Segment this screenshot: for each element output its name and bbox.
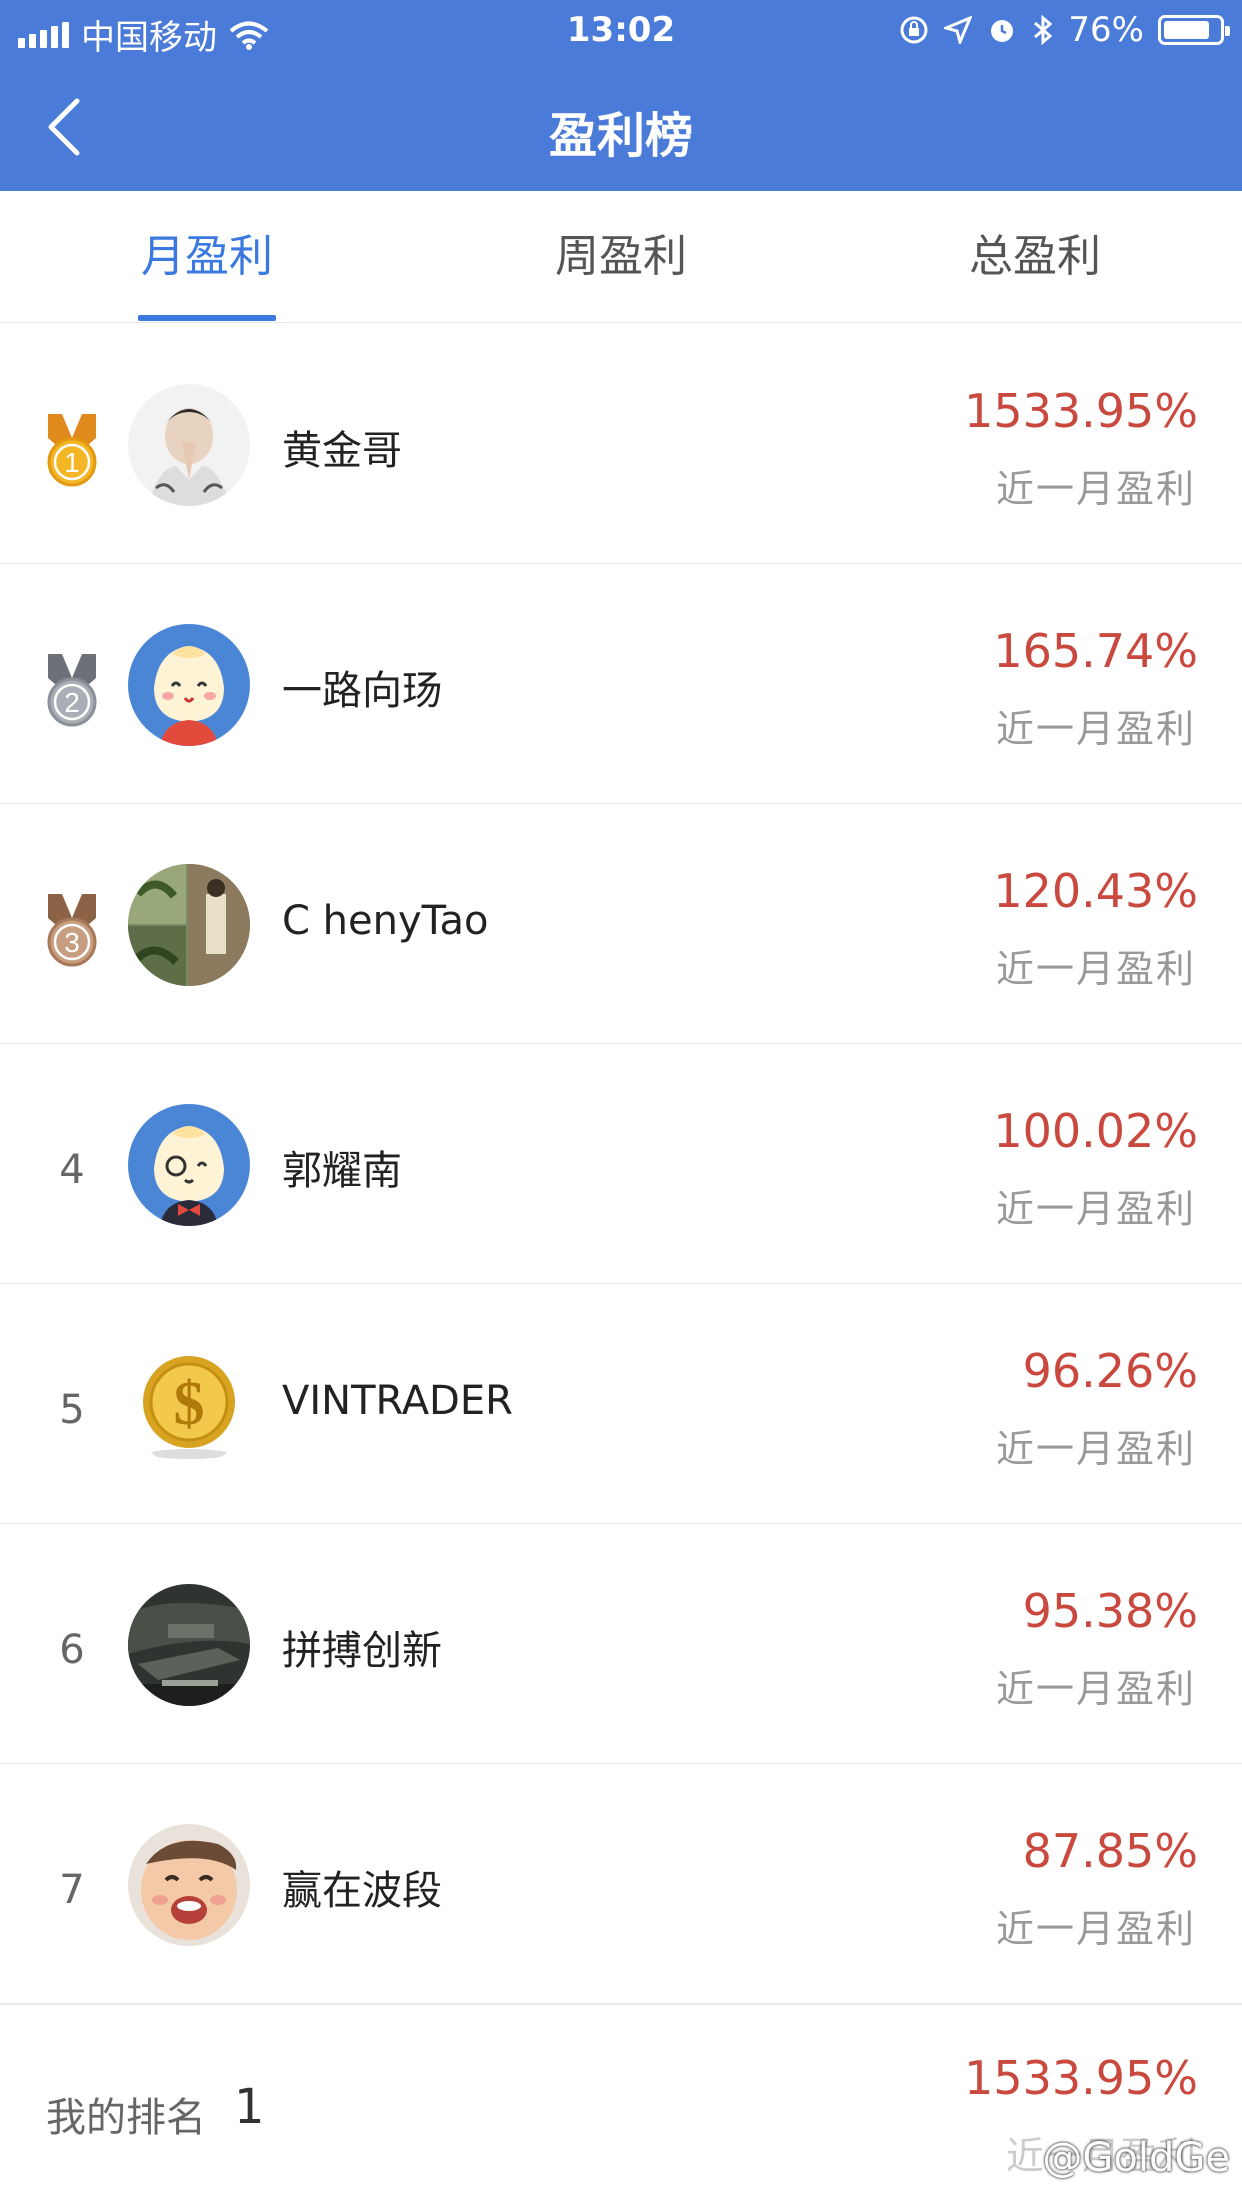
silver-medal-icon: 2 (38, 652, 106, 728)
leaderboard-row[interactable]: 1 黄金哥 1533.95% 近一月盈利 (0, 324, 1242, 564)
avatar[interactable]: $ (128, 1344, 250, 1466)
battery-percent: 76% (1068, 10, 1144, 50)
page-title: 盈利榜 (548, 108, 693, 164)
profit-percent: 96.26% (1022, 1344, 1198, 1398)
profit-percent: 165.74% (993, 624, 1198, 678)
profit-period-label: 近一月盈利 (995, 1187, 1196, 1231)
top-bar: 中国移动 13:02 76% 盈利榜 (0, 0, 1242, 191)
my-rank-label: 我的排名 (46, 2095, 206, 2141)
medal-number: 1 (64, 447, 80, 478)
profit-period-label: 近一月盈利 (995, 707, 1196, 751)
user-name: VINTRADER (282, 1378, 513, 1424)
user-name: C henyTao (282, 898, 489, 944)
profit-period-label: 近一月盈利 (995, 947, 1196, 991)
leaderboard-row[interactable]: 3 C henyTao 120.43% 近一月盈利 (0, 804, 1242, 1044)
my-rank-value: 1 (234, 2079, 265, 2135)
battery-icon (1158, 15, 1230, 45)
watermark: @GoldGe (1042, 2135, 1230, 2181)
avatar[interactable] (128, 1584, 250, 1706)
user-name: 赢在波段 (282, 1868, 442, 1914)
leaderboard-row[interactable]: 7 赢在波段 87.85% 近一月盈利 (0, 1764, 1242, 2004)
bluetooth-icon (1034, 14, 1053, 46)
profit-percent: 95.38% (1022, 1584, 1198, 1638)
leaderboard-row[interactable]: 4 郭耀南 100.02% 近一月盈利 (0, 1044, 1242, 1284)
dollar-icon: $ (174, 1370, 205, 1438)
tab-bar: 月盈利 周盈利 总盈利 (0, 191, 1242, 323)
status-bar: 中国移动 13:02 76% (0, 0, 1242, 62)
tab-total[interactable]: 总盈利 (828, 191, 1242, 323)
avatar[interactable] (128, 864, 250, 986)
gold-medal-icon: 1 (38, 412, 106, 488)
profit-period-label: 近一月盈利 (995, 1907, 1196, 1951)
profit-percent: 1533.95% (964, 384, 1198, 438)
avatar[interactable] (128, 1824, 250, 1946)
tab-monthly[interactable]: 月盈利 (0, 191, 414, 323)
medal-number: 3 (64, 927, 80, 958)
profit-percent: 120.43% (993, 864, 1198, 918)
profit-percent: 100.02% (993, 1104, 1198, 1158)
rotation-lock-icon (900, 16, 928, 44)
tab-weekly[interactable]: 周盈利 (414, 191, 828, 323)
rank-number: 4 (59, 1147, 85, 1193)
medal-number: 2 (64, 687, 80, 718)
profit-period-label: 近一月盈利 (995, 1427, 1196, 1471)
leaderboard-list: 1 黄金哥 1533.95% 近一月盈利 2 一路向玚 165.74% 近一月盈… (0, 324, 1242, 2004)
profit-period-label: 近一月盈利 (995, 1667, 1196, 1711)
leaderboard-row[interactable]: 6 拼搏创新 95.38% 近一月盈利 (0, 1524, 1242, 1764)
rank-number: 5 (59, 1387, 85, 1433)
user-name: 一路向玚 (282, 668, 442, 714)
nav-bar: 盈利榜 (0, 62, 1242, 191)
rank-number: 7 (59, 1867, 85, 1913)
rank-number: 6 (59, 1627, 85, 1673)
user-name: 拼搏创新 (282, 1628, 442, 1674)
profit-period-label: 近一月盈利 (995, 467, 1196, 511)
tab-active-indicator (138, 315, 276, 321)
user-name: 郭耀南 (282, 1148, 402, 1194)
bronze-medal-icon: 3 (38, 892, 106, 968)
user-name: 黄金哥 (282, 428, 402, 474)
profit-percent: 87.85% (1022, 1824, 1198, 1878)
leaderboard-row[interactable]: 5 $ VINTRADER 96.26% 近一月盈利 (0, 1284, 1242, 1524)
avatar[interactable] (128, 624, 250, 746)
leaderboard-row[interactable]: 2 一路向玚 165.74% 近一月盈利 (0, 564, 1242, 804)
location-icon (944, 16, 973, 44)
alarm-icon (991, 20, 1014, 42)
avatar[interactable] (128, 384, 250, 506)
avatar[interactable] (128, 1104, 250, 1226)
my-rank-bar: 我的排名 1 1533.95% 近一月盈利 @GoldGe (0, 2004, 1242, 2208)
my-profit-percent: 1533.95% (964, 2051, 1198, 2105)
